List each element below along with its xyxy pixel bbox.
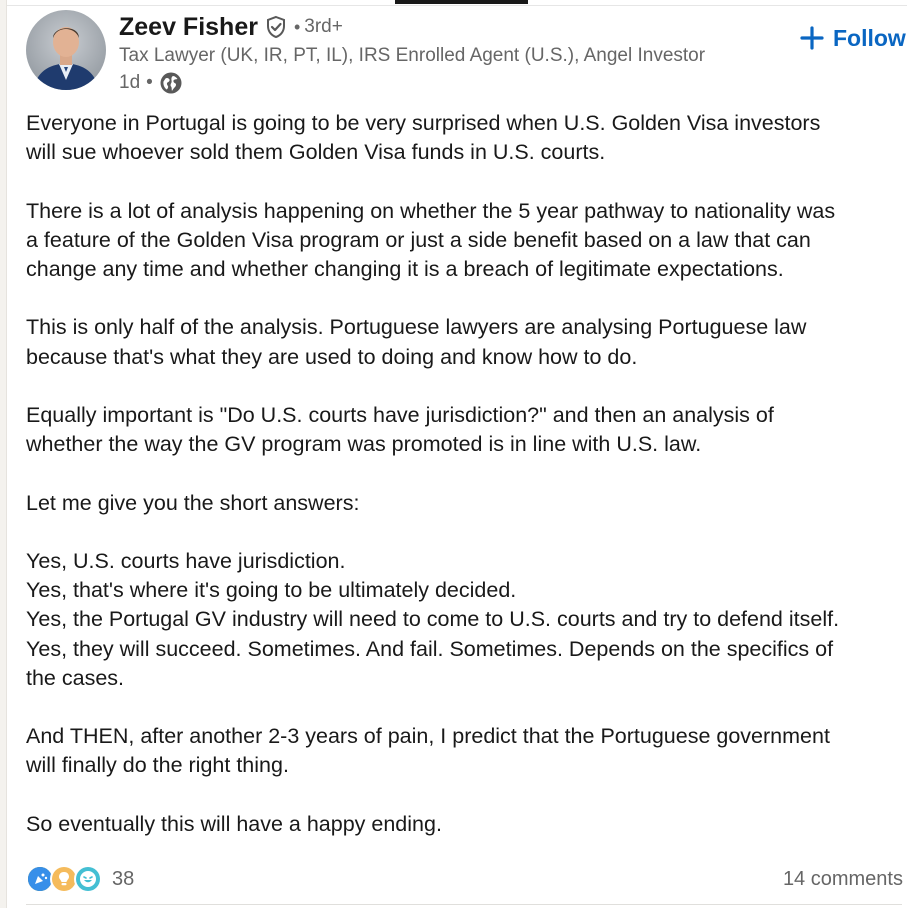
active-tab-indicator <box>395 0 528 4</box>
author-name-row: Zeev Fisher • 3rd+ <box>119 10 343 44</box>
post-paragraph: Let me give you the short answers: <box>26 490 360 515</box>
separator-dot: • <box>146 72 153 93</box>
post-paragraph: And THEN, after another 2-3 years of pai… <box>26 724 830 778</box>
post-body: Everyone in Portugal is going to be very… <box>26 109 906 839</box>
author-avatar[interactable] <box>26 10 106 90</box>
post-paragraph: Equally important is "Do U.S. courts hav… <box>26 402 774 457</box>
globe-icon <box>159 71 183 95</box>
post-meta: 1d • <box>119 70 183 96</box>
post-paragraph: This is only half of the analysis. Portu… <box>26 315 807 369</box>
social-divider <box>26 904 902 905</box>
author-name[interactable]: Zeev Fisher <box>119 13 258 42</box>
profile-photo <box>26 10 106 90</box>
reactions-summary[interactable]: 38 <box>26 864 134 894</box>
feed-left-edge <box>0 0 7 908</box>
plus-icon <box>800 26 824 50</box>
separator-dot: • <box>293 16 301 37</box>
reaction-icons <box>26 865 102 893</box>
comments-count-link[interactable]: 14 comments <box>783 864 903 894</box>
post-paragraph: Yes, U.S. courts have jurisdiction. Yes,… <box>26 548 840 690</box>
post-paragraph: Everyone in Portugal is going to be very… <box>26 111 821 165</box>
reaction-count: 38 <box>112 867 135 890</box>
follow-label: Follow <box>833 24 906 51</box>
connection-degree: 3rd+ <box>304 16 343 37</box>
author-headline: Tax Lawyer (UK, IR, PT, IL), IRS Enrolle… <box>119 45 706 66</box>
post-paragraph: So eventually this will have a happy end… <box>26 811 442 836</box>
follow-button[interactable]: Follow <box>800 22 906 54</box>
post-paragraph: There is a lot of analysis happening on … <box>26 198 836 281</box>
funny-icon <box>74 865 102 893</box>
verified-shield-icon <box>264 15 288 39</box>
post-time: 1d <box>119 72 141 93</box>
